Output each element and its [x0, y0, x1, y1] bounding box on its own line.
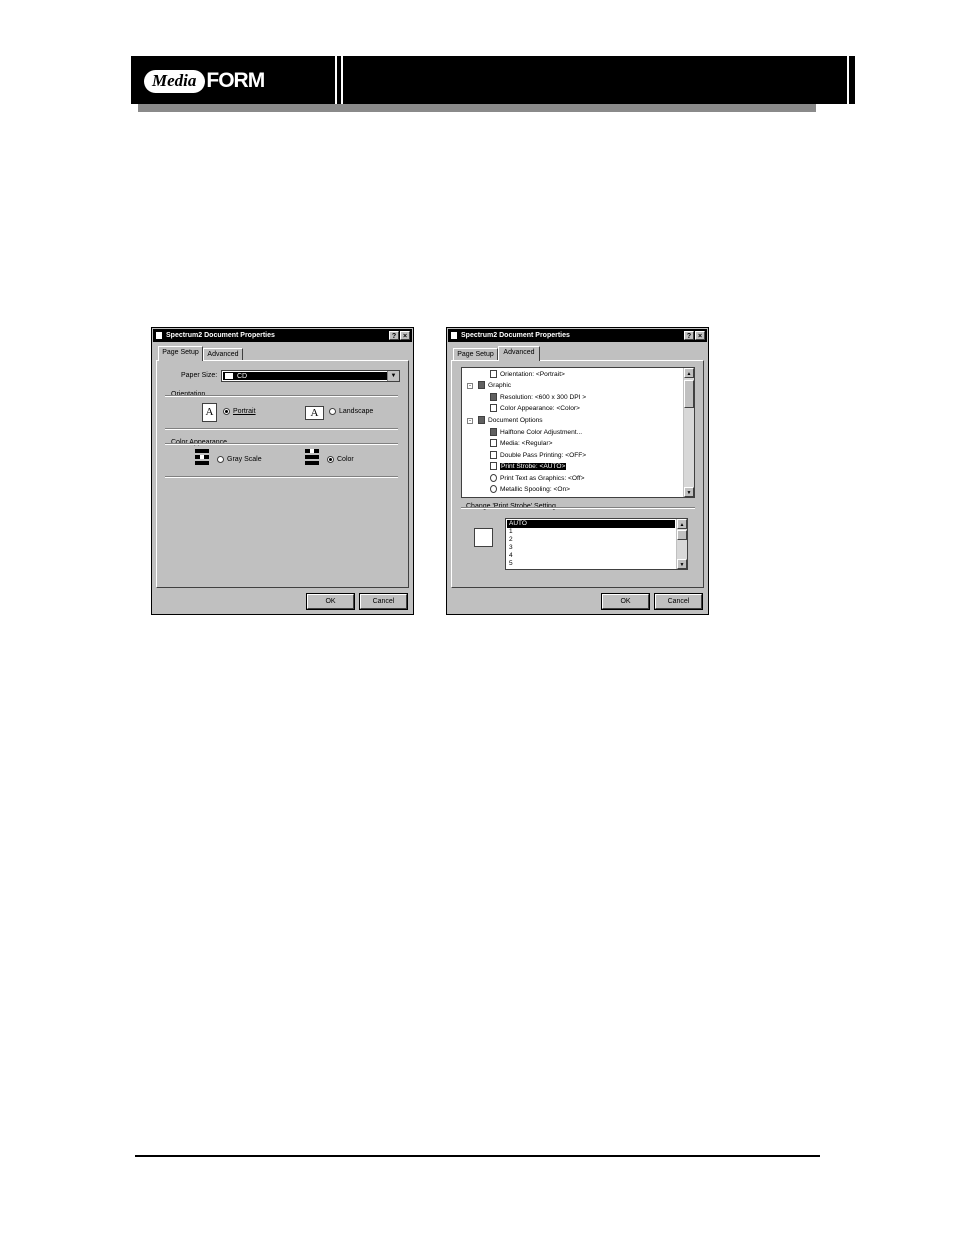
tab-advanced[interactable]: Advanced — [203, 348, 243, 360]
checkbox-icon — [490, 451, 497, 460]
close-button[interactable]: × — [400, 331, 410, 340]
scroll-up-icon[interactable]: ▲ — [677, 519, 687, 529]
landscape-page-icon: A — [305, 406, 324, 420]
list-item[interactable]: 2 — [507, 536, 675, 544]
tree-item-double-pass[interactable]: Double Pass Printing: <OFF> — [490, 451, 586, 461]
tree-item-document-options[interactable]: Document Options — [478, 416, 543, 426]
tab-advanced[interactable]: Advanced — [498, 346, 540, 361]
color-label[interactable]: Color — [337, 455, 354, 464]
dialog-title: Spectrum2 Document Properties — [166, 332, 275, 339]
list-item[interactable]: 3 — [507, 544, 675, 552]
tree-item-metallic-spooling[interactable]: Metallic Spooling: <On> — [490, 485, 570, 495]
header-banner: Media FORM — [131, 56, 855, 104]
dialog-titlebar: Spectrum2 Document Properties ? × — [153, 329, 412, 342]
logo-media-text: Media — [144, 69, 206, 93]
tree-item-orientation[interactable]: Orientation: <Portrait> — [490, 370, 565, 380]
color-icon — [305, 449, 319, 469]
document-properties-dialog-advanced: Spectrum2 Document Properties ? × Page S… — [446, 327, 709, 615]
strobe-options-list[interactable]: AUTO 1 2 3 4 5 ▲ ▼ — [505, 518, 688, 570]
collapse-document-options-icon[interactable]: - — [467, 418, 473, 424]
footer-rule — [135, 1155, 820, 1157]
resolution-icon — [490, 393, 497, 402]
checkbox-icon — [490, 462, 497, 471]
scroll-thumb[interactable] — [684, 380, 694, 408]
collapse-graphic-icon[interactable]: - — [467, 383, 473, 389]
orientation-group-rule — [165, 395, 398, 397]
list-item[interactable]: 5 — [507, 560, 675, 568]
portrait-label[interactable]: Portrait — [233, 407, 256, 416]
color-group-rule — [165, 443, 398, 445]
tab-page-setup[interactable]: Page Setup — [453, 348, 498, 360]
media-icon — [490, 439, 497, 448]
list-item[interactable]: 4 — [507, 552, 675, 560]
color-group-bottom — [165, 476, 398, 478]
cancel-button[interactable]: Cancel — [359, 593, 408, 610]
page-setup-panel: Paper Size: CD ▼ Orientation A Portrait … — [156, 360, 409, 588]
landscape-label[interactable]: Landscape — [339, 407, 373, 416]
bulb-icon — [490, 485, 497, 494]
halftone-icon — [490, 428, 497, 437]
tree-item-color-appearance[interactable]: Color Appearance: <Color> — [490, 404, 580, 414]
banner-shadow — [138, 103, 816, 112]
tab-page-setup[interactable]: Page Setup — [158, 346, 203, 361]
options-icon — [478, 416, 485, 425]
portrait-page-icon: A — [202, 403, 217, 422]
color-icon — [490, 404, 497, 413]
list-item[interactable]: 1 — [507, 528, 675, 536]
tree-item-resolution[interactable]: Resolution: <600 x 300 DPI > — [490, 393, 586, 403]
landscape-radio[interactable] — [329, 408, 336, 415]
tree-scrollbar[interactable]: ▲ ▼ — [683, 368, 694, 497]
page-icon — [490, 370, 497, 379]
change-setting-rule — [461, 507, 695, 509]
banner-divider — [341, 56, 343, 104]
cd-icon — [225, 373, 233, 379]
paper-size-value: CD — [223, 372, 387, 380]
orientation-group-bottom — [165, 428, 398, 430]
ok-button[interactable]: OK — [306, 593, 355, 610]
scroll-down-icon[interactable]: ▼ — [684, 487, 694, 497]
ok-button[interactable]: OK — [601, 593, 650, 610]
color-radio[interactable] — [327, 456, 334, 463]
help-button[interactable]: ? — [389, 331, 399, 340]
tree-item-halftone[interactable]: Halftone Color Adjustment... — [490, 428, 582, 438]
list-item[interactable]: AUTO — [507, 520, 675, 528]
advanced-settings-tree[interactable]: Orientation: <Portrait> - Graphic Resolu… — [461, 367, 695, 498]
mediaform-logo: Media FORM — [144, 67, 265, 95]
graphic-icon — [478, 381, 485, 390]
logo-form-text: FORM — [206, 69, 265, 92]
document-properties-dialog-page-setup: Spectrum2 Document Properties ? × Page S… — [151, 327, 414, 615]
paper-size-label: Paper Size: — [181, 372, 218, 379]
scroll-up-icon[interactable]: ▲ — [684, 368, 694, 378]
scroll-down-icon[interactable]: ▼ — [677, 559, 687, 569]
banner-divider — [335, 56, 337, 104]
bulb-icon — [490, 474, 497, 483]
cancel-button[interactable]: Cancel — [654, 593, 703, 610]
dialog-titlebar: Spectrum2 Document Properties ? × — [448, 329, 707, 342]
strobe-preview-box — [474, 528, 493, 547]
dialog-title: Spectrum2 Document Properties — [461, 332, 570, 339]
help-button[interactable]: ? — [684, 331, 694, 340]
printer-doc-icon — [451, 332, 457, 339]
close-button[interactable]: × — [695, 331, 705, 340]
tree-item-media[interactable]: Media: <Regular> — [490, 439, 552, 449]
gray-scale-radio[interactable] — [217, 456, 224, 463]
tree-item-print-strobe[interactable]: Print Strobe: <AUTO> — [490, 462, 567, 472]
gray-scale-icon — [195, 449, 209, 469]
tree-item-print-text-graphics[interactable]: Print Text as Graphics: <Off> — [490, 474, 584, 484]
printer-doc-icon — [156, 332, 162, 339]
scroll-thumb[interactable] — [677, 530, 687, 540]
gray-scale-label[interactable]: Gray Scale — [227, 455, 262, 464]
list-scrollbar[interactable]: ▲ ▼ — [676, 519, 687, 569]
paper-size-select[interactable]: CD ▼ — [221, 370, 400, 382]
tree-item-graphic[interactable]: Graphic — [478, 381, 511, 391]
chevron-down-icon[interactable]: ▼ — [387, 371, 399, 381]
banner-divider — [847, 56, 849, 104]
portrait-radio[interactable] — [223, 408, 230, 415]
